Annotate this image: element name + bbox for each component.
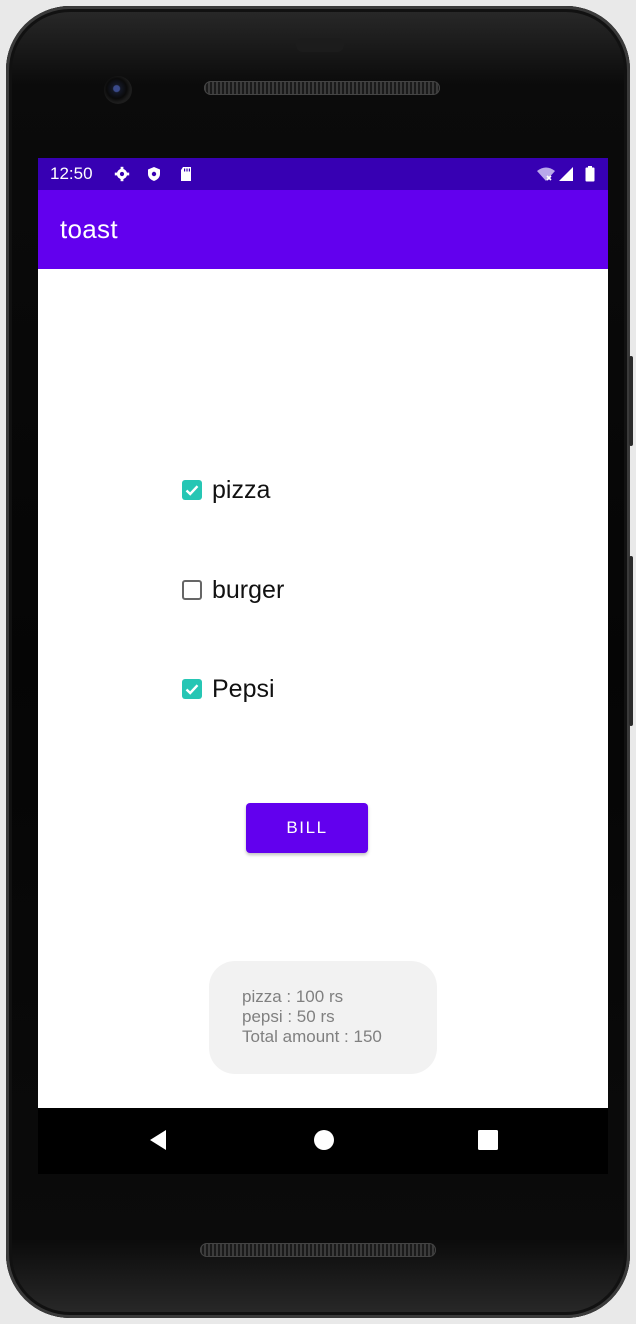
checkbox-burger[interactable]: burger	[182, 570, 284, 610]
app-bar: toast	[38, 190, 608, 269]
wifi-icon	[537, 167, 555, 181]
checkbox-pizza[interactable]: pizza	[182, 470, 270, 510]
back-icon[interactable]	[148, 1128, 168, 1152]
recents-icon[interactable]	[478, 1129, 498, 1151]
navigation-bar	[38, 1108, 608, 1174]
power-button	[629, 556, 633, 726]
toast-line: pepsi : 50 rs	[242, 1007, 335, 1026]
checkbox-label: pizza	[212, 475, 271, 504]
checkbox-label: burger	[212, 575, 285, 604]
top-speaker	[204, 81, 440, 95]
checkbox-checked-icon[interactable]	[182, 480, 202, 500]
app-title: toast	[60, 214, 118, 244]
bottom-speaker	[200, 1243, 436, 1257]
home-icon[interactable]	[313, 1128, 335, 1152]
status-bar: 12:50	[38, 158, 608, 190]
sensor	[296, 38, 344, 52]
checkbox-checked-icon[interactable]	[182, 679, 202, 699]
shield-icon	[148, 167, 160, 181]
sd-card-icon	[181, 167, 191, 181]
checkbox-pepsi[interactable]: Pepsi	[182, 669, 275, 709]
toast-message: pizza : 100 rs pepsi : 50 rs Total amoun…	[209, 961, 437, 1074]
front-camera-icon	[104, 76, 132, 104]
signal-icon	[559, 167, 573, 181]
bill-button[interactable]: BILL	[246, 803, 368, 853]
checkbox-unchecked-icon[interactable]	[182, 580, 202, 600]
toast-line: pizza : 100 rs	[242, 987, 344, 1006]
volume-button	[629, 356, 633, 446]
checkbox-label: Pepsi	[212, 674, 275, 703]
screen: 12:50 toast pizza burger Pepsi BILL pizz…	[38, 158, 608, 1108]
battery-icon	[585, 166, 595, 182]
toast-line: Total amount : 150	[242, 1027, 382, 1046]
status-time: 12:50	[50, 164, 93, 183]
settings-icon	[114, 166, 130, 182]
